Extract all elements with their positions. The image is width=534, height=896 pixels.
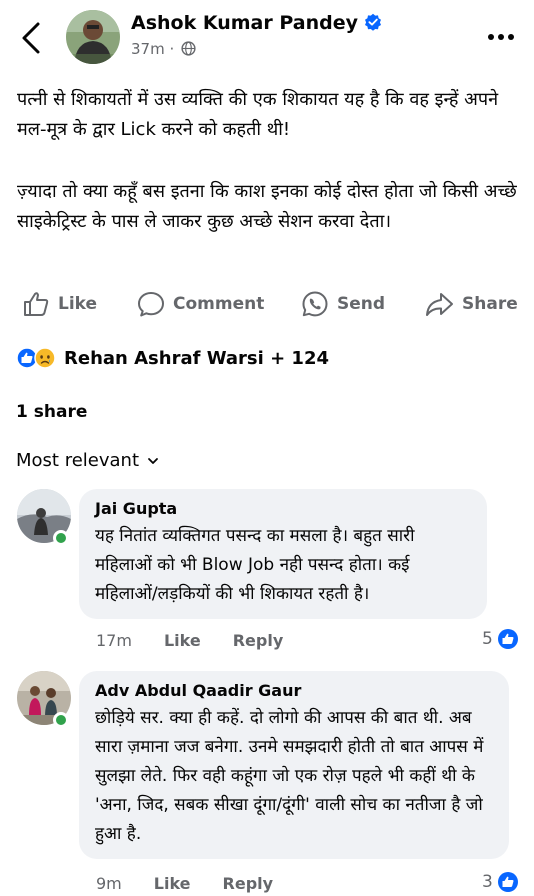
verified-badge-icon [364, 13, 382, 36]
comment-reaction-number: 3 [482, 872, 493, 892]
whatsapp-icon [302, 291, 328, 317]
post-paragraph-1: पत्नी से शिकायतों में उस व्यक्ति की एक श… [17, 89, 499, 140]
author-name-text[interactable]: Ashok Kumar Pandey [131, 12, 358, 34]
reactions-count-text[interactable]: Rehan Ashraf Warsi + 124 [64, 348, 329, 369]
meta-separator: · [169, 40, 175, 58]
comment-time[interactable]: 9m [96, 874, 122, 893]
comment-reaction-number: 5 [482, 629, 493, 649]
avatar-photo-icon [66, 10, 120, 64]
post-paragraph-2: ज़्यादा तो क्या कहूँ बस इतना कि काश इनका… [17, 181, 517, 232]
author-name[interactable]: Ashok Kumar Pandey [131, 12, 382, 36]
share-label[interactable]: Share [462, 294, 518, 314]
post-action-bar: Like Comment Send Share [0, 284, 534, 324]
comment-text: छोड़िये सर. क्या ही कहें. दो लोगो की आपस… [95, 708, 484, 844]
share-arrow-icon [426, 293, 453, 316]
share-button[interactable]: Share [424, 284, 518, 324]
comment-meta: 9m Like Reply [96, 874, 305, 893]
comment-time[interactable]: 17m [96, 631, 132, 650]
comment-sort-dropdown[interactable]: Most relevant [16, 450, 159, 471]
send-button[interactable]: Send [301, 284, 385, 324]
comment-button[interactable]: Comment [137, 284, 264, 324]
post-header: Ashok Kumar Pandey 37m · [0, 0, 534, 80]
back-button[interactable] [18, 18, 48, 58]
more-dots-icon [488, 34, 514, 40]
comment-author[interactable]: Adv Abdul Qaadir Gaur [95, 681, 494, 700]
online-status-icon [53, 530, 69, 546]
globe-icon [181, 41, 196, 60]
like-reaction-icon [497, 872, 518, 892]
comment-reply-button[interactable]: Reply [223, 874, 274, 893]
comment-reaction-count[interactable]: 5 [482, 628, 519, 650]
like-reaction-icon [497, 629, 518, 649]
online-status-icon [53, 712, 69, 728]
comment-bubble: Adv Abdul Qaadir Gaur छोड़िये सर. क्या ह… [79, 671, 509, 859]
comment-reply-button[interactable]: Reply [233, 631, 284, 650]
chevron-down-icon [148, 457, 158, 464]
comment-like-button[interactable]: Like [164, 631, 201, 650]
comment-reaction-count[interactable]: 3 [482, 871, 519, 893]
reactions-summary[interactable]: Rehan Ashraf Warsi + 124 [16, 344, 329, 372]
author-avatar[interactable] [66, 10, 120, 64]
more-options-button[interactable] [486, 28, 516, 46]
chevron-left-icon [22, 22, 40, 54]
comment-bubble-icon [138, 292, 164, 317]
thumbs-up-icon [24, 292, 49, 316]
sad-reaction-icon [34, 347, 56, 373]
comment-bubble: Jai Gupta यह नितांत व्यक्तिगत पसन्द का म… [79, 489, 487, 619]
comment-meta: 17m Like Reply [96, 631, 315, 650]
sort-label[interactable]: Most relevant [16, 450, 139, 471]
send-label[interactable]: Send [337, 294, 385, 314]
post-meta: 37m · [131, 40, 196, 60]
reaction-icons [16, 346, 64, 370]
comment-like-button[interactable]: Like [154, 874, 191, 893]
comment-text: यह नितांत व्यक्तिगत पसन्द का मसला है। बह… [95, 526, 415, 604]
like-label[interactable]: Like [58, 294, 97, 314]
like-button[interactable]: Like [22, 284, 97, 324]
comment-author[interactable]: Jai Gupta [95, 499, 472, 518]
post-time[interactable]: 37m [131, 40, 165, 58]
comment-label[interactable]: Comment [173, 294, 264, 314]
share-count[interactable]: 1 share [16, 402, 87, 422]
